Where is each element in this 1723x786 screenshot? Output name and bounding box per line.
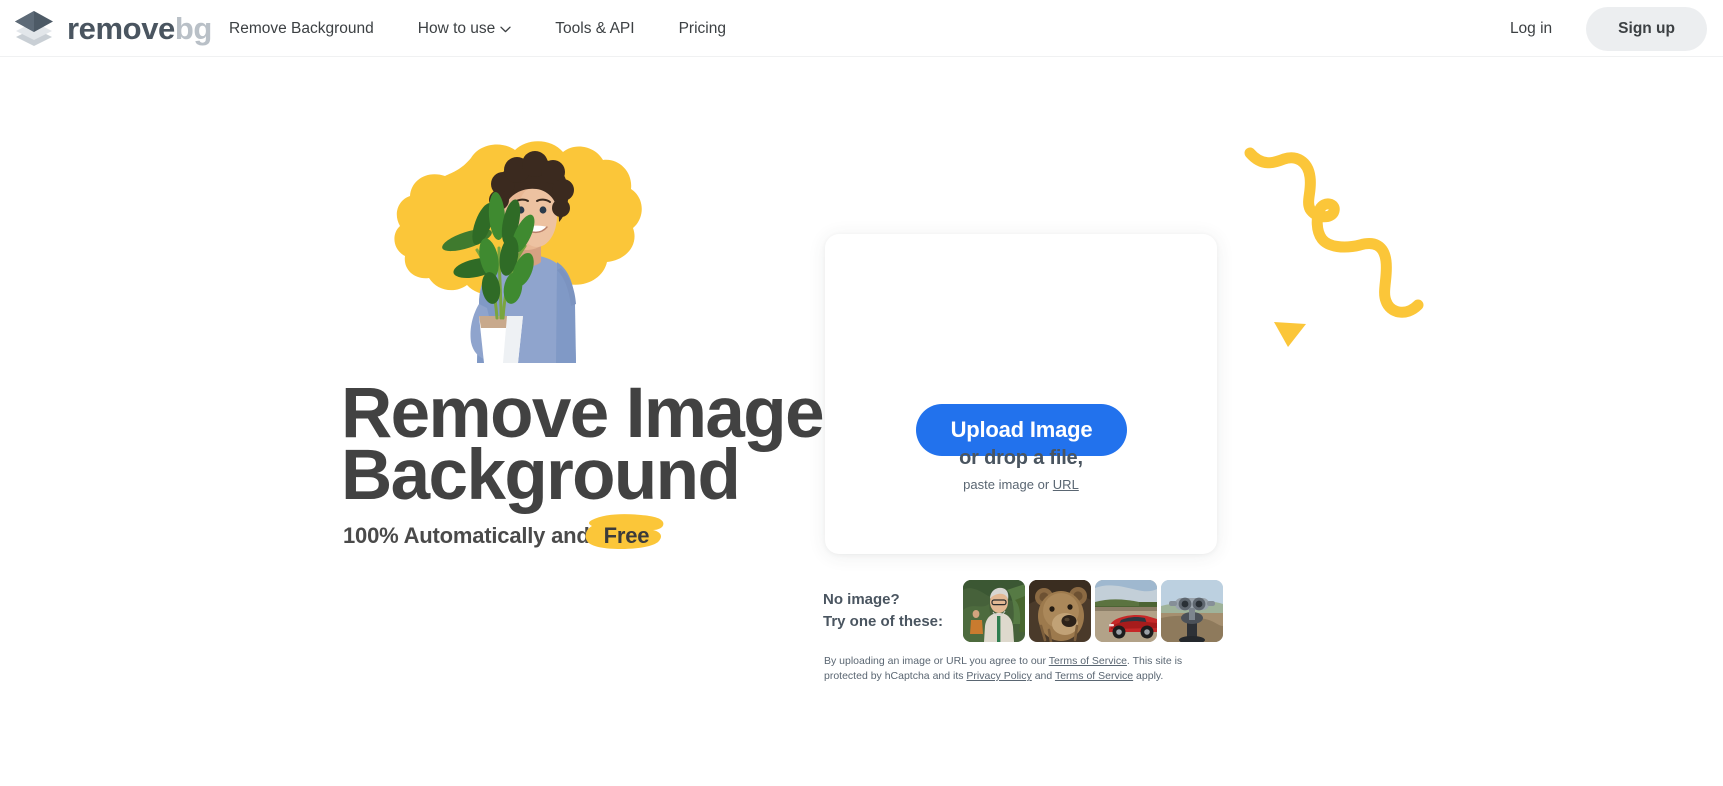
sample-thumbnail-car[interactable] [1095,580,1157,642]
remove-bg-landing-page: removebg Remove Background How to use To… [0,0,1723,786]
legal-text-1: By uploading an image or URL you agree t… [824,655,1049,667]
nav-remove-background[interactable]: Remove Background [229,0,396,57]
header-actions: Log in Sign up [1484,0,1707,57]
nav-pricing-label: Pricing [678,20,726,37]
legal-text-4: apply. [1133,670,1164,683]
sign-up-button[interactable]: Sign up [1586,6,1707,51]
brand-logo[interactable]: removebg [13,8,212,48]
terms-of-service-link-1[interactable]: Terms of Service [1049,655,1127,667]
page-subtitle: 100% Automatically and Free [343,514,664,549]
layers-diamond-icon [15,11,53,46]
paste-url-link[interactable]: URL [1053,477,1079,492]
sample-images-label-line-2: Try one of these: [823,613,944,630]
brand-wordmark-light: bg [174,10,212,46]
car-thumbnail-image [1095,580,1157,642]
bear-thumbnail-image [1029,580,1091,642]
nav-tools-api-label: Tools & API [555,20,635,37]
yellow-squiggle-decoration-icon [1244,147,1424,318]
brand-wordmark-dark: remove [67,10,175,46]
brand-wordmark: removebg [67,13,212,44]
hero-illustration [394,141,642,363]
log-in-link[interactable]: Log in [1484,20,1578,38]
nav-how-to-use[interactable]: How to use [396,0,534,57]
free-badge: Free [585,514,664,549]
yellow-triangle-decoration-icon [1274,322,1306,347]
free-badge-label: Free [603,523,650,548]
paste-hint: paste image or URL [825,477,1217,492]
nav-pricing[interactable]: Pricing [657,0,748,57]
upload-dropzone-card[interactable]: Upload Image or drop a file, paste image… [825,234,1217,554]
page-subtitle-text: 100% Automatically and [343,523,590,548]
nav-tools-api[interactable]: Tools & API [533,0,656,57]
sample-thumbnail-viewfinder[interactable] [1161,580,1223,642]
paste-hint-text: paste image or [963,477,1050,492]
chevron-down-icon [500,26,511,33]
sample-thumbnail-bear[interactable] [1029,580,1091,642]
legal-disclaimer: By uploading an image or URL you agree t… [824,654,1216,684]
site-header: removebg Remove Background How to use To… [0,0,1723,57]
man-greenery-thumbnail-image [963,580,1025,642]
terms-of-service-link-2[interactable]: Terms of Service [1055,670,1133,682]
sample-images-label: No image? Try one of these: [823,589,963,633]
drop-file-label: or drop a file, [959,447,1083,469]
sample-images-section: No image? Try one of these: [823,580,1223,642]
sample-images-label-line-1: No image? [823,591,900,609]
viewfinder-thumbnail-image [1161,580,1223,642]
nav-remove-background-label: Remove Background [229,20,374,37]
nav-how-to-use-label: How to use [417,20,496,37]
privacy-policy-link[interactable]: Privacy Policy [966,670,1031,682]
legal-text-3: and [1031,670,1055,683]
sample-thumbnail-man-greenery[interactable] [963,580,1025,642]
sample-thumbnail-list [963,580,1223,642]
main-navigation: Remove Background How to use Tools & API… [229,0,748,57]
